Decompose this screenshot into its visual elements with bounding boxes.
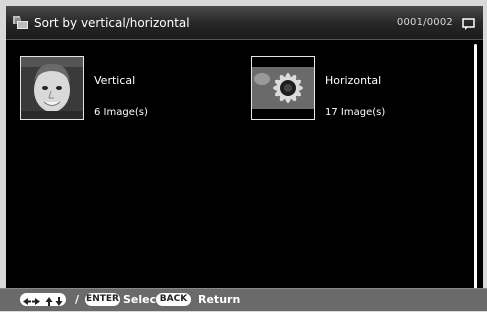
item-label-horizontal: Horizontal	[325, 74, 382, 87]
page-title: Sort by vertical/horizontal	[34, 16, 190, 30]
portrait-thumbnail	[20, 56, 84, 120]
page-counter: 0001/0002	[396, 17, 453, 28]
item-label-vertical: Vertical	[94, 74, 136, 87]
sort-folder-icon	[13, 15, 29, 29]
title-bar: Sort by vertical/horizontal 0001/0002	[6, 6, 483, 40]
item-count-horizontal: 17 Image(s)	[325, 107, 386, 118]
message-icon[interactable]	[462, 16, 475, 30]
photo-frame-screen: Sort by vertical/horizontal 0001/0002 Ve…	[6, 6, 483, 300]
separator: /	[75, 293, 80, 306]
return-hint: Return	[198, 293, 241, 306]
item-count-vertical: 6 Image(s)	[94, 107, 148, 118]
flower-thumbnail	[251, 56, 315, 120]
back-key-badge: BACK	[156, 293, 191, 306]
button-guide-bar: / ENTER Select BACK Return	[0, 288, 487, 311]
enter-key-badge: ENTER	[85, 293, 120, 306]
scrollbar[interactable]	[474, 44, 477, 290]
arrow-keys-icon	[20, 293, 66, 306]
